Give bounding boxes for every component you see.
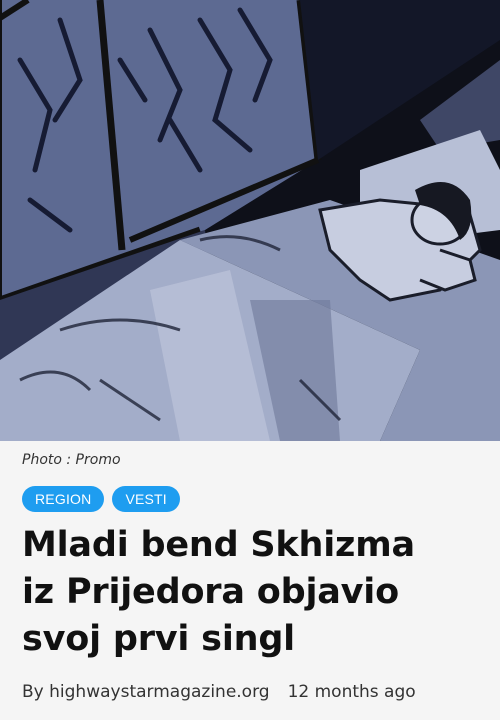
category-tags: REGION VESTI (0, 479, 500, 512)
publish-time: 12 months ago (287, 682, 416, 702)
title-line: iz Prijedora objavio (22, 572, 399, 612)
photo-caption: Photo : Promo (0, 441, 500, 479)
tag-vesti[interactable]: VESTI (112, 486, 180, 512)
hero-illustration (0, 0, 500, 441)
title-line: Mladi bend Skhizma (22, 525, 415, 565)
byline-prefix: By (22, 682, 50, 702)
article-meta: By highwaystarmagazine.org 12 months ago (22, 682, 416, 702)
byline: By highwaystarmagazine.org (22, 682, 270, 702)
author-link[interactable]: highwaystarmagazine.org (49, 682, 269, 702)
article-title: Mladi bend Skhizma iz Prijedora objavio … (22, 522, 478, 663)
title-line: svoj prvi singl (22, 619, 295, 659)
hero-image[interactable] (0, 0, 500, 441)
tag-region[interactable]: REGION (22, 486, 105, 512)
